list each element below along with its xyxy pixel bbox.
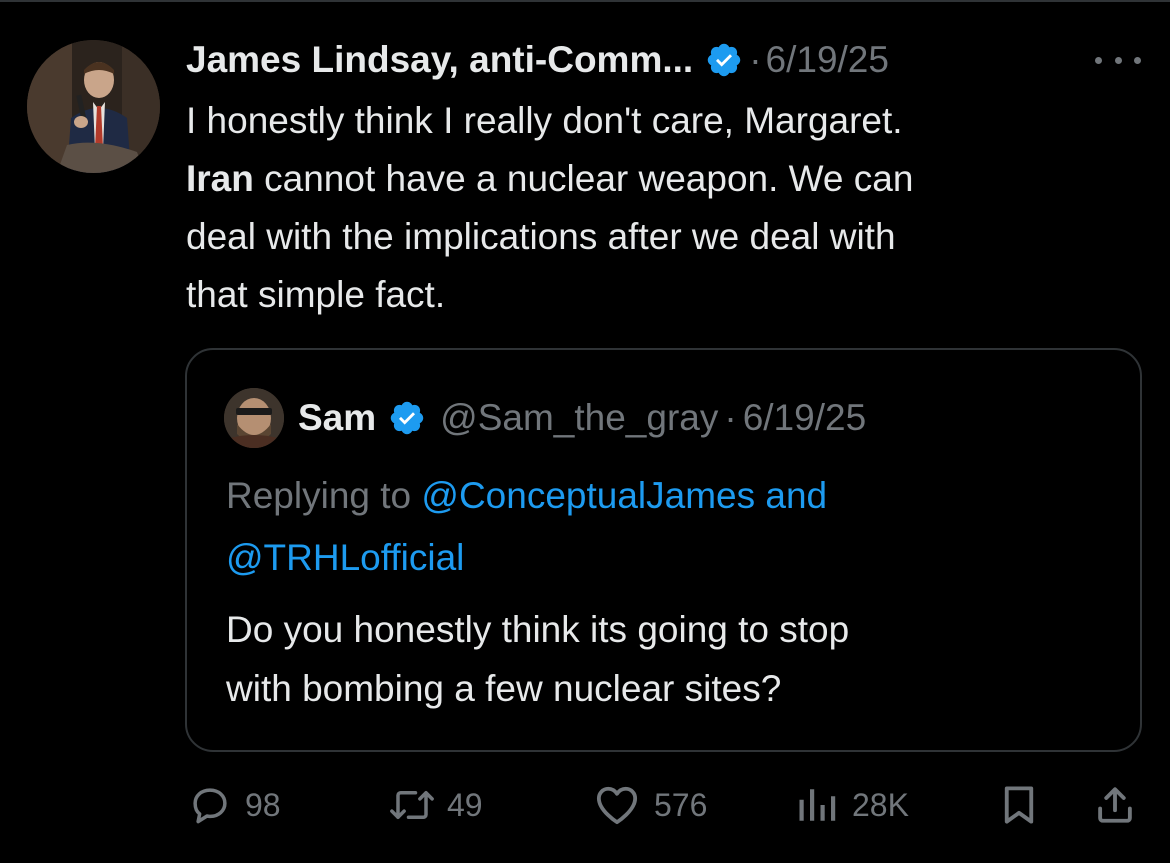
quote-avatar-photo <box>224 388 284 448</box>
like-icon <box>596 786 638 825</box>
more-icon[interactable] <box>1095 48 1141 72</box>
quote-text-line: with bombing a few nuclear sites? <box>226 668 782 709</box>
quote-text-line: Do you honestly think its going to stop <box>226 609 850 650</box>
quote-header: Sam @Sam_the_gray · 6/19/25 <box>298 393 866 443</box>
quote-author-handle[interactable]: @Sam_the_gray <box>440 393 718 443</box>
tweet-text-line: I honestly think I really don't care, Ma… <box>186 100 903 141</box>
view-count: 28K <box>852 786 909 823</box>
views-icon <box>799 789 836 821</box>
views-button[interactable]: 28K <box>796 770 909 840</box>
repost-count: 49 <box>447 786 483 823</box>
author-name[interactable]: James Lindsay, anti-Comm... <box>186 36 693 84</box>
share-icon <box>1098 787 1132 823</box>
replying-line: @TRHLofficial <box>226 527 1126 589</box>
quote-avatar[interactable] <box>224 388 284 448</box>
tweet-text-line: that simple fact. <box>186 274 446 315</box>
quoted-tweet-card[interactable]: Sam @Sam_the_gray · 6/19/25 Replying to … <box>185 348 1142 752</box>
repost-button[interactable]: 49 <box>385 770 483 840</box>
share-button[interactable] <box>1094 770 1136 840</box>
tweet-bold-word: Iran <box>186 158 254 199</box>
tweet-date[interactable]: 6/19/25 <box>766 36 889 84</box>
reply-count: 98 <box>245 786 281 823</box>
bookmark-icon <box>1004 786 1034 824</box>
reply-button[interactable]: 98 <box>189 770 281 840</box>
verified-badge-icon <box>705 41 743 79</box>
tweet: James Lindsay, anti-Comm... · 6/19/25 I … <box>0 0 1170 863</box>
tweet-header: James Lindsay, anti-Comm... · 6/19/25 <box>186 36 889 84</box>
repost-icon <box>390 791 434 819</box>
reply-icon <box>193 788 227 824</box>
mention-link[interactable]: @TRHLofficial <box>226 537 464 578</box>
quote-author-name[interactable]: Sam <box>298 393 376 443</box>
like-button[interactable]: 576 <box>594 770 707 840</box>
replying-to: Replying to @ConceptualJames and @TRHLof… <box>226 465 1126 589</box>
quote-date[interactable]: 6/19/25 <box>743 393 866 443</box>
tweet-text-fragment: cannot have a nuclear weapon. We can <box>253 158 914 199</box>
mention-join[interactable]: and <box>755 475 827 516</box>
avatar-photo <box>27 40 160 173</box>
action-bar: 98 49 576 28K <box>0 770 1170 840</box>
quote-text: Do you honestly think its going to stop … <box>226 600 1106 718</box>
verified-badge-icon <box>388 399 426 437</box>
like-count: 576 <box>654 786 708 823</box>
mention-link[interactable]: @ConceptualJames <box>421 475 755 516</box>
tweet-text: I honestly think I really don't care, Ma… <box>186 92 1126 324</box>
replying-line: Replying to @ConceptualJames and <box>226 465 1126 527</box>
replying-prefix: Replying to <box>226 475 422 516</box>
header-separator: · <box>749 39 762 80</box>
quote-separator: · <box>724 397 737 438</box>
author-avatar[interactable] <box>27 40 160 173</box>
tweet-text-line: Iran cannot have a nuclear weapon. We ca… <box>186 150 1126 208</box>
bookmark-button[interactable] <box>1000 770 1038 840</box>
tweet-text-line: deal with the implications after we deal… <box>186 216 896 257</box>
